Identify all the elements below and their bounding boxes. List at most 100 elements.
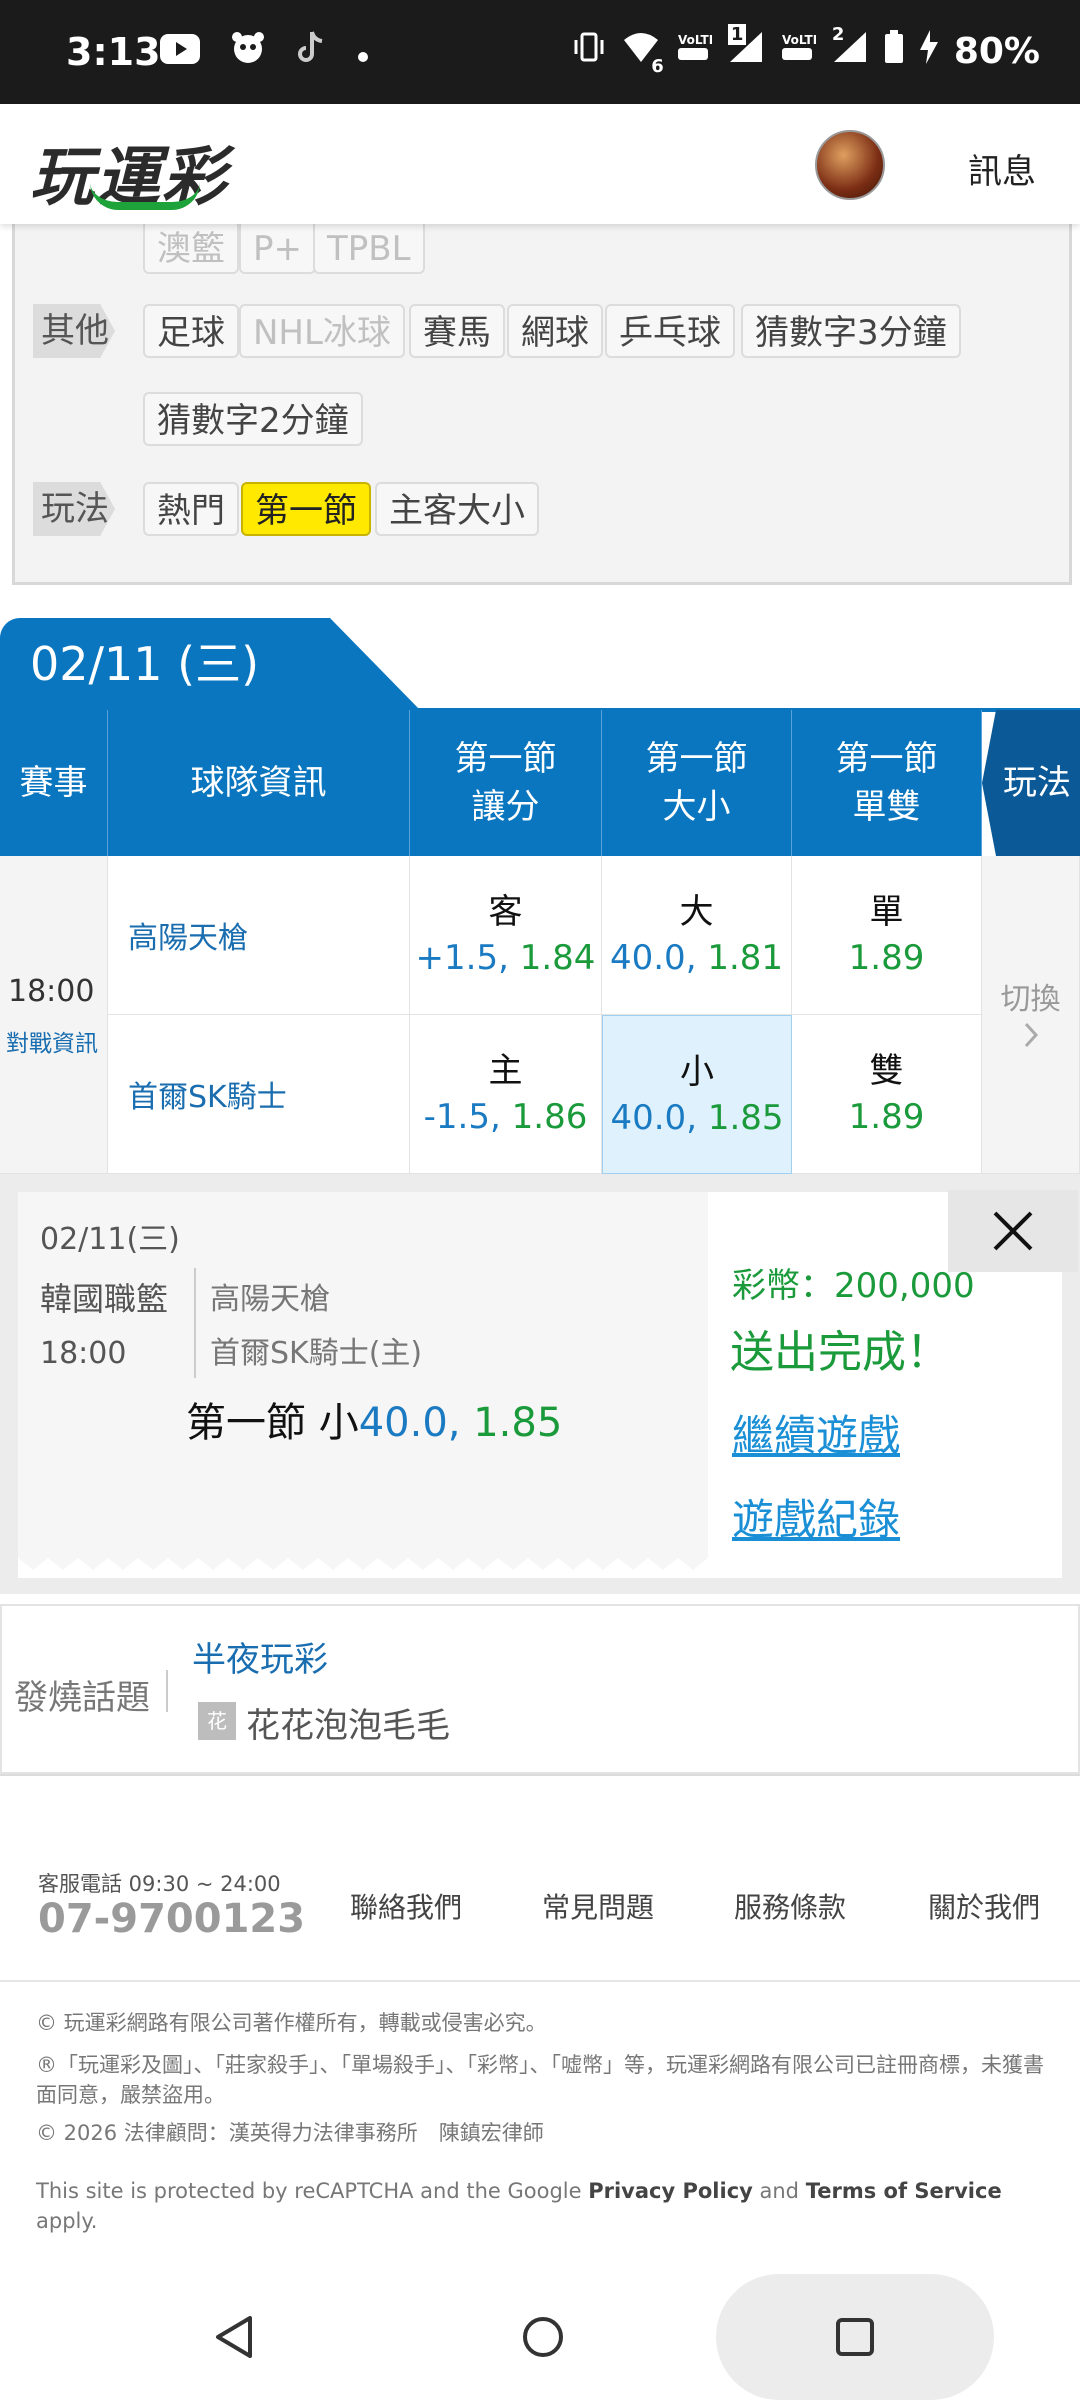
- svg-text:VoLTE: VoLTE: [678, 33, 712, 47]
- col-header-spread: 第一節 讓分: [410, 710, 602, 856]
- home-icon[interactable]: [520, 2314, 566, 2364]
- chip-horse-racing[interactable]: 賽馬: [409, 304, 505, 358]
- team-away-name[interactable]: 高陽天槍: [128, 913, 248, 957]
- col-header-odd-even-line1: 第一節: [835, 739, 938, 779]
- footer-about-link[interactable]: 關於我們: [928, 1886, 1040, 1926]
- team-home-cell: 首爾SK騎士: [108, 1015, 410, 1174]
- ticket-time: 18:00: [40, 1336, 127, 1371]
- chip-home-away-total[interactable]: 主客大小: [375, 482, 539, 536]
- filter-panel: 澳籃 P+ TPBL 其他 足球 NHL冰球 賽馬 網球 乒乓球 猜數字3分鐘 …: [12, 220, 1072, 585]
- back-icon[interactable]: [212, 2314, 256, 2364]
- game-time-cell: 18:00 對戰資訊: [0, 856, 108, 1174]
- privacy-policy-link[interactable]: Privacy Policy: [588, 2179, 753, 2203]
- volte-icon: VoLTE: [676, 30, 717, 73]
- matchup-info-link[interactable]: 對戰資訊: [6, 1024, 98, 1058]
- success-message: 送出完成！: [730, 1327, 950, 1378]
- ticket-team-home: 首爾SK騎士(主): [210, 1336, 423, 1371]
- sim1-badge: 1: [727, 24, 747, 45]
- col-header-play-label: 玩法: [1003, 763, 1071, 803]
- wifi-icon: 6: [622, 30, 664, 77]
- svg-text:VoLTE: VoLTE: [782, 33, 816, 47]
- col-header-team-info: 球隊資訊: [108, 710, 410, 856]
- odds-label: 主: [488, 1051, 523, 1091]
- ticket-zigzag: [18, 1558, 708, 1578]
- continue-game-link[interactable]: 繼續遊戲: [732, 1402, 900, 1463]
- chip-tennis[interactable]: 網球: [507, 304, 603, 358]
- odds-spread-away[interactable]: 客 +1.5, 1.84: [410, 856, 602, 1015]
- chip-tpbl[interactable]: TPBL: [313, 220, 425, 274]
- hot-topics: 發燒話題 半夜玩彩 花 花花泡泡毛毛: [0, 1604, 1080, 1774]
- footer-faq-link[interactable]: 常見問題: [542, 1886, 654, 1926]
- charging-icon: [919, 30, 938, 73]
- col-header-spread-line1: 第一節: [454, 739, 557, 779]
- odds-odd[interactable]: 單 1.89: [792, 856, 982, 1015]
- col-header-play[interactable]: 玩法: [982, 710, 1080, 856]
- team-home-name[interactable]: 首爾SK騎士: [128, 1072, 287, 1116]
- chip-nhl[interactable]: NHL冰球: [239, 304, 405, 358]
- odds-even[interactable]: 雙 1.89: [792, 1015, 982, 1174]
- play-row-label: 玩法: [33, 482, 115, 536]
- ticket-bet-prefix: 第一節 小: [186, 1400, 359, 1446]
- chip-guess-2min[interactable]: 猜數字2分鐘: [143, 392, 363, 446]
- chip-first-quarter[interactable]: 第一節: [241, 482, 371, 536]
- odds-line: +1.5,: [415, 938, 509, 978]
- col-header-spread-line2: 讓分: [471, 787, 540, 827]
- col-header-team-info-label: 球隊資訊: [190, 763, 327, 803]
- footer-divider: [0, 1980, 1080, 1982]
- col-header-event-label: 賽事: [19, 763, 88, 803]
- chip-guess-3min[interactable]: 猜數字3分鐘: [741, 304, 961, 358]
- recents-icon[interactable]: [834, 2316, 876, 2362]
- panda-icon: [230, 30, 266, 75]
- ticket-league: 韓國職籃: [40, 1280, 169, 1318]
- ticket-date: 02/11(三): [40, 1222, 180, 1257]
- messages-link[interactable]: 訊息: [968, 144, 1036, 193]
- odds-line: -1.5,: [423, 1097, 501, 1137]
- odds-line: 40.0,: [610, 1097, 697, 1138]
- odds-label: 大: [679, 892, 714, 932]
- trademark-text: ®「玩運彩及圖」、「莊家殺手」、「單場殺手」、「彩幣」、「嘘幣」等，玩運彩網路有…: [36, 2053, 1044, 2107]
- recaptcha-pre: This site is protected by reCAPTCHA and …: [36, 2179, 589, 2203]
- app-header: 玩運彩 訊息: [0, 104, 1080, 224]
- close-button[interactable]: [948, 1190, 1078, 1272]
- recaptcha-text: This site is protected by reCAPTCHA and …: [36, 2176, 1046, 2236]
- hot-topic-author[interactable]: 花花泡泡毛毛: [246, 1698, 450, 1747]
- status-left-icons: [160, 30, 370, 75]
- ticket-bet: 第一節 小40.0, 1.85: [186, 1390, 562, 1448]
- status-time: 3:13: [66, 30, 161, 74]
- battery-icon: [884, 30, 904, 73]
- odds-spread-home[interactable]: 主 -1.5, 1.86: [410, 1015, 602, 1174]
- volte-icon-2: VoLTE: [780, 30, 821, 73]
- footer-terms-link[interactable]: 服務條款: [734, 1886, 846, 1926]
- col-header-total-line1: 第一節: [645, 739, 748, 779]
- coins-balance: 彩幣：200,000: [732, 1266, 975, 1306]
- avatar[interactable]: [815, 130, 885, 200]
- chip-p-plus[interactable]: P+: [239, 220, 316, 274]
- chip-hot[interactable]: 熱門: [143, 482, 239, 536]
- odds-total-under-selected[interactable]: 小 40.0, 1.85: [602, 1015, 792, 1174]
- odds-value: 1.89: [848, 938, 925, 978]
- hot-topic-title[interactable]: 半夜玩彩: [192, 1632, 328, 1681]
- other-row-label: 其他: [33, 304, 115, 358]
- hotline-number[interactable]: 07-9700123: [38, 1896, 305, 1942]
- switch-play-cell[interactable]: 切換: [982, 856, 1080, 1174]
- chip-aus-basketball[interactable]: 澳籃: [143, 220, 239, 274]
- odds-label: 小: [680, 1051, 714, 1092]
- col-header-total: 第一節 大小: [602, 710, 792, 856]
- recaptcha-and: and: [752, 2179, 806, 2203]
- recaptcha-apply: apply.: [36, 2209, 98, 2233]
- odds-label: 客: [488, 892, 523, 932]
- chevron-right-icon: [1021, 1018, 1041, 1056]
- footer-contact-link[interactable]: 聯絡我們: [350, 1886, 462, 1926]
- terms-of-service-link[interactable]: Terms of Service: [806, 2179, 1002, 2203]
- author-badge: 花: [198, 1702, 236, 1740]
- status-bar: 3:13 6 VoLTE 1 VoLTE: [0, 0, 1080, 104]
- odds-label: 雙: [869, 1051, 904, 1091]
- footer-top-divider: [0, 1774, 1080, 1776]
- game-history-link[interactable]: 遊戲紀錄: [732, 1486, 900, 1547]
- chip-soccer[interactable]: 足球: [143, 304, 239, 358]
- ticket-bet-line: 40.0,: [358, 1400, 461, 1446]
- wifi-badge: 6: [651, 56, 664, 77]
- chip-table-tennis[interactable]: 乒乓球: [605, 304, 735, 358]
- odds-value: 1.89: [848, 1097, 925, 1137]
- odds-total-over[interactable]: 大 40.0, 1.81: [602, 856, 792, 1015]
